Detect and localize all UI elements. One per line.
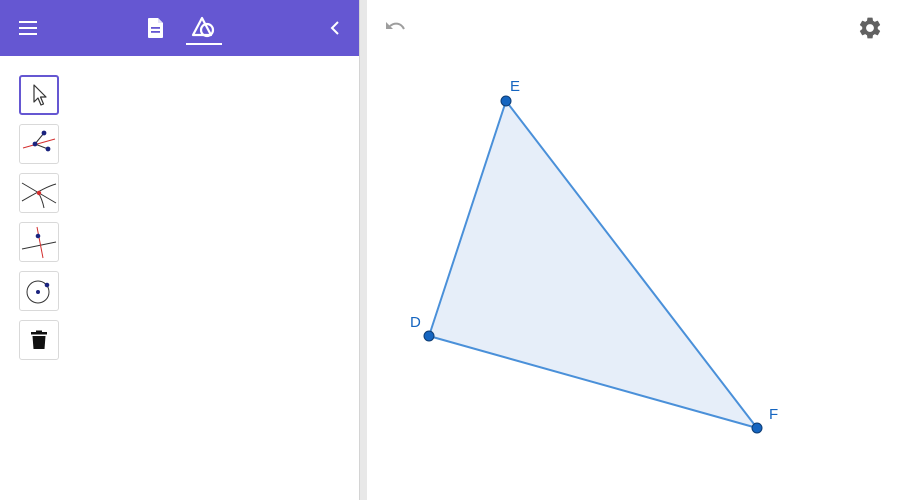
- move-tool[interactable]: [19, 75, 59, 115]
- intersect-icon: [21, 182, 57, 209]
- angle-bisector-icon: [22, 130, 56, 152]
- menu-button[interactable]: [14, 14, 42, 42]
- chevron-left-icon: [330, 21, 339, 35]
- point-e-marker[interactable]: [500, 95, 512, 107]
- document-icon: [148, 18, 163, 38]
- collapse-panel-button[interactable]: [322, 14, 348, 42]
- gear-icon: [859, 17, 881, 39]
- hamburger-menu-icon: [19, 21, 37, 35]
- point-d-marker[interactable]: [423, 330, 435, 342]
- undo-icon: [386, 22, 405, 30]
- trash-icon: [31, 330, 47, 349]
- perpendicular-bisector-tool[interactable]: [19, 222, 59, 262]
- graphics-view[interactable]: [367, 0, 900, 500]
- cursor-arrow-icon: [33, 84, 47, 106]
- perpendicular-line-icon: [21, 226, 57, 259]
- point-d-label: D: [410, 314, 421, 331]
- panel-header: [0, 0, 360, 56]
- tools-panel: [0, 0, 360, 500]
- tools-view-button[interactable]: [188, 12, 220, 42]
- point-e-label: E: [510, 78, 520, 95]
- delete-tool[interactable]: [19, 320, 59, 360]
- angle-bisector-tool[interactable]: [19, 124, 59, 164]
- intersect-tool[interactable]: [19, 173, 59, 213]
- geometry-tools-icon: [191, 16, 215, 38]
- undo-button[interactable]: [383, 16, 407, 40]
- point-f-label: F: [769, 406, 778, 423]
- point-f-marker[interactable]: [751, 422, 763, 434]
- settings-button[interactable]: [857, 15, 883, 41]
- active-tab-indicator: [186, 43, 222, 45]
- algebra-view-button[interactable]: [142, 14, 170, 42]
- circle-center-point-icon: [26, 280, 50, 304]
- circle-tool[interactable]: [19, 271, 59, 311]
- panel-resize-handle[interactable]: [359, 0, 367, 500]
